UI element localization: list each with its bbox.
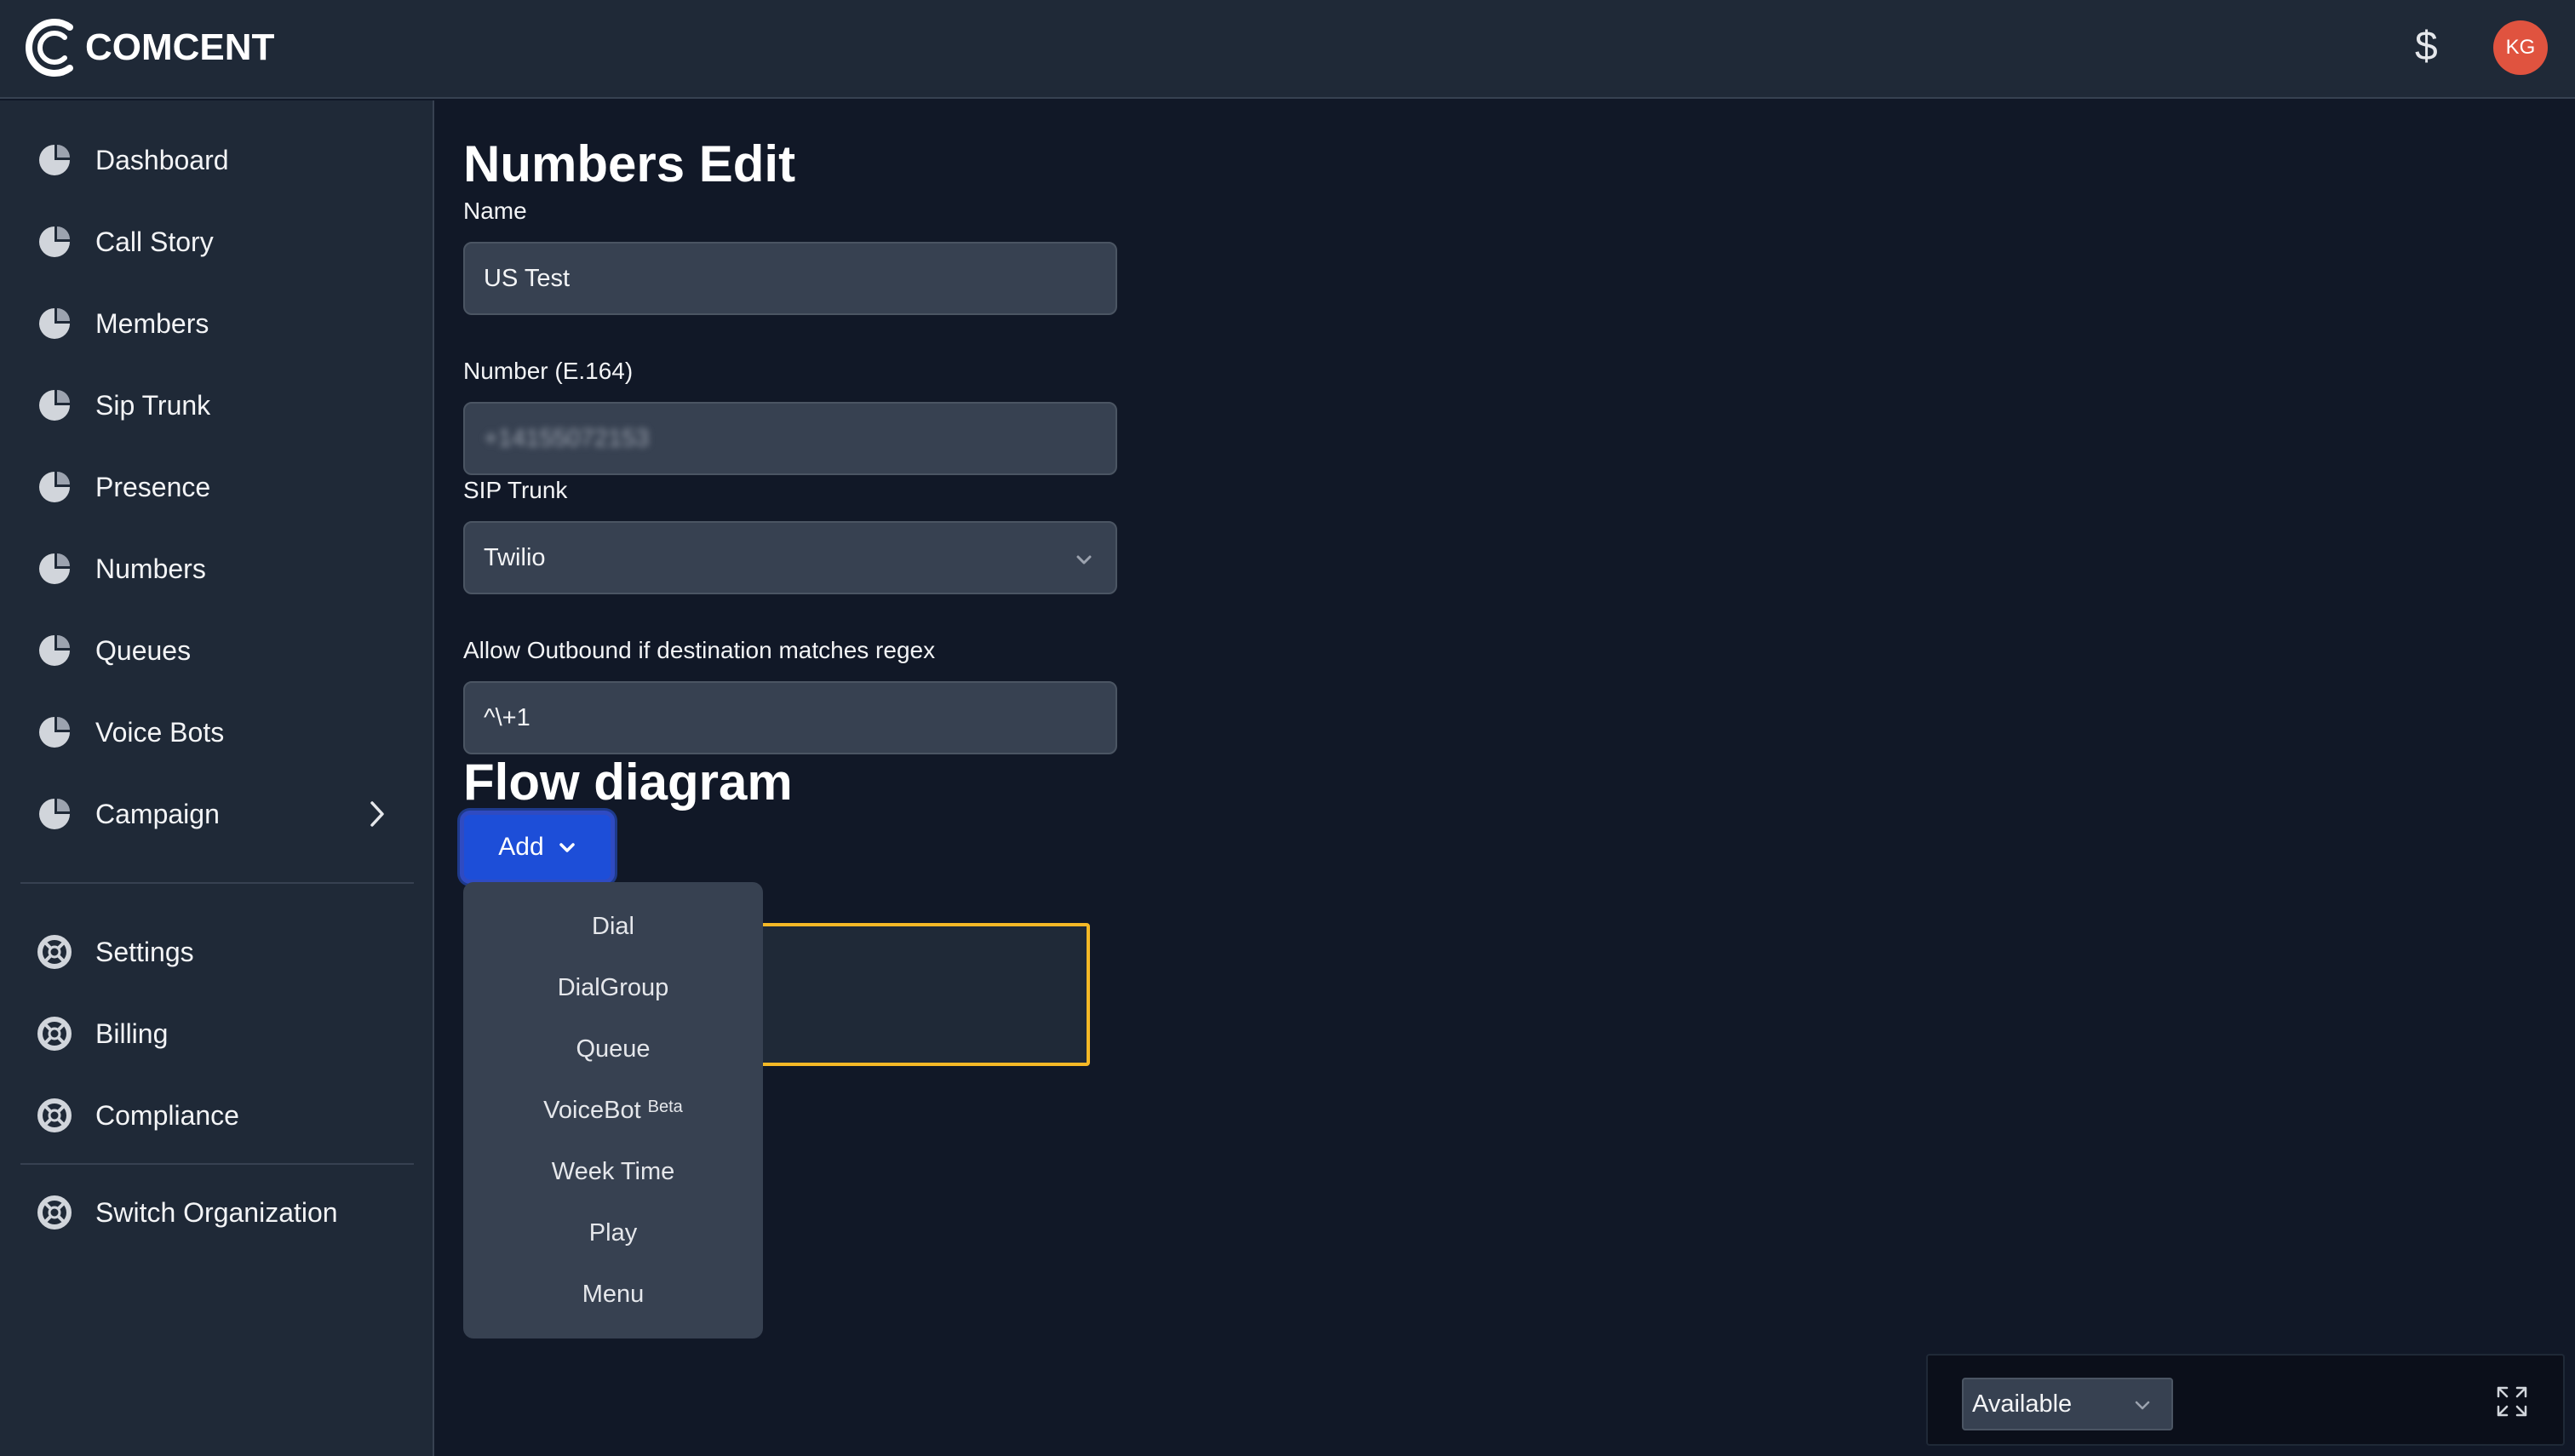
sidebar-item-label: Compliance xyxy=(95,1099,239,1131)
pie-chart-icon xyxy=(39,472,70,502)
menu-item-label: Menu xyxy=(582,1280,645,1308)
pie-chart-icon xyxy=(39,308,70,339)
sidebar-item-label: Members xyxy=(95,307,209,339)
sidebar-item-label: Settings xyxy=(95,936,194,967)
beta-badge: Beta xyxy=(647,1097,683,1116)
sidebar-item-label: Campaign xyxy=(95,798,220,829)
menu-item-label: VoiceBot xyxy=(543,1096,641,1124)
pie-chart-icon xyxy=(39,553,70,584)
pie-chart-icon xyxy=(39,799,70,829)
sidebar-item-dashboard[interactable]: Dashboard xyxy=(0,126,434,194)
sidebar-item-label: Queues xyxy=(95,634,192,666)
lifebuoy-icon xyxy=(37,935,72,969)
sip-trunk-select-value: Twilio xyxy=(484,543,546,571)
pie-chart-icon xyxy=(39,226,70,257)
sidebar-item-settings[interactable]: Settings xyxy=(0,918,434,986)
pie-chart-icon xyxy=(39,717,70,748)
chevron-down-icon xyxy=(1076,555,1092,565)
sidebar-item-label: Dashboard xyxy=(95,144,229,175)
sidebar-item-call-story[interactable]: Call Story xyxy=(0,208,434,276)
status-select[interactable]: Available xyxy=(1962,1378,2173,1430)
pie-chart-icon xyxy=(39,635,70,666)
sidebar-item-label: Sip Trunk xyxy=(95,389,211,421)
sidebar-item-label: Numbers xyxy=(95,553,206,584)
flow-diagram-title: Flow diagram xyxy=(463,754,793,811)
menu-item-dialgroup[interactable]: DialGroup xyxy=(463,957,763,1018)
sidebar-divider xyxy=(20,1163,414,1165)
lifebuoy-icon xyxy=(37,1017,72,1051)
pie-chart-icon xyxy=(39,145,70,175)
menu-item-label: DialGroup xyxy=(557,973,669,1001)
agent-status-panel: Available xyxy=(1926,1354,2565,1446)
comcent-logo-icon xyxy=(26,19,73,77)
number-input-value: +14155072153 xyxy=(484,424,650,452)
add-node-button-label: Add xyxy=(498,833,544,861)
lifebuoy-icon xyxy=(37,1195,72,1230)
sidebar-item-label: Billing xyxy=(95,1017,169,1049)
menu-item-play[interactable]: Play xyxy=(463,1202,763,1264)
menu-item-week-time[interactable]: Week Time xyxy=(463,1141,763,1202)
sidebar-item-campaign[interactable]: Campaign xyxy=(0,780,434,848)
regex-input[interactable]: ^\+1 xyxy=(463,681,1117,754)
sidebar: Dashboard Call Story Members Sip Trunk P… xyxy=(0,100,434,1456)
add-node-menu: Dial DialGroup Queue VoiceBot Beta Week T… xyxy=(463,882,763,1338)
name-input-value: US Test xyxy=(484,264,571,292)
number-label: Number (E.164) xyxy=(463,358,634,384)
menu-item-label: Play xyxy=(588,1218,638,1247)
sidebar-item-billing[interactable]: Billing xyxy=(0,1000,434,1068)
lifebuoy-icon xyxy=(37,1098,72,1132)
top-bar: COMCENT $ KG xyxy=(0,0,2575,99)
brand-logo[interactable]: COMCENT xyxy=(26,15,274,80)
regex-input-value: ^\+1 xyxy=(484,703,530,731)
expand-icon[interactable] xyxy=(2495,1384,2529,1419)
menu-item-label: Queue xyxy=(576,1035,651,1063)
status-select-value: Available xyxy=(1972,1390,2073,1418)
sidebar-item-sip-trunk[interactable]: Sip Trunk xyxy=(0,371,434,439)
flow-node[interactable] xyxy=(749,923,1090,1066)
sidebar-item-label: Presence xyxy=(95,471,211,502)
user-avatar[interactable]: KG xyxy=(2493,20,2548,75)
menu-item-voicebot[interactable]: VoiceBot Beta xyxy=(463,1080,763,1141)
sidebar-item-label: Voice Bots xyxy=(95,716,225,748)
sidebar-item-compliance[interactable]: Compliance xyxy=(0,1081,434,1149)
chevron-right-icon[interactable] xyxy=(366,800,388,828)
billing-dollar-icon[interactable]: $ xyxy=(2415,20,2438,73)
chevron-down-icon xyxy=(2135,1401,2150,1410)
menu-item-dial[interactable]: Dial xyxy=(463,896,763,957)
sidebar-item-switch-organization[interactable]: Switch Organization xyxy=(0,1178,434,1247)
number-input[interactable]: +14155072153 xyxy=(463,402,1117,475)
brand-name: COMCENT xyxy=(85,26,275,68)
add-node-button[interactable]: Add xyxy=(460,811,615,884)
menu-item-label: Dial xyxy=(592,912,634,940)
sidebar-item-members[interactable]: Members xyxy=(0,289,434,358)
chevron-down-icon xyxy=(559,843,575,852)
name-label: Name xyxy=(463,198,527,224)
sip-trunk-select[interactable]: Twilio xyxy=(463,521,1117,594)
sidebar-item-label: Call Story xyxy=(95,226,214,257)
menu-item-queue[interactable]: Queue xyxy=(463,1018,763,1080)
sidebar-item-label: Switch Organization xyxy=(95,1196,338,1228)
page-title: Numbers Edit xyxy=(463,135,796,192)
sip-trunk-label: SIP Trunk xyxy=(463,477,568,503)
name-input[interactable]: US Test xyxy=(463,242,1117,315)
sidebar-item-presence[interactable]: Presence xyxy=(0,453,434,521)
sidebar-item-voice-bots[interactable]: Voice Bots xyxy=(0,698,434,766)
regex-label: Allow Outbound if destination matches re… xyxy=(463,637,936,663)
menu-item-menu[interactable]: Menu xyxy=(463,1264,763,1325)
sidebar-item-numbers[interactable]: Numbers xyxy=(0,535,434,603)
menu-item-label: Week Time xyxy=(551,1157,675,1185)
pie-chart-icon xyxy=(39,390,70,421)
sidebar-divider xyxy=(20,882,414,884)
sidebar-item-queues[interactable]: Queues xyxy=(0,616,434,685)
